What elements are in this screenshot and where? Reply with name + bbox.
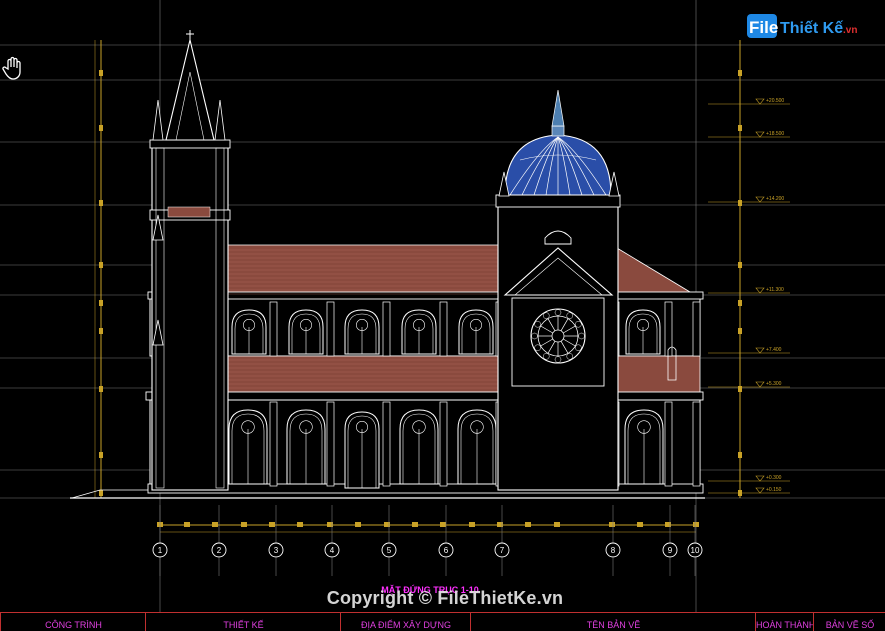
pilaster (692, 301, 701, 357)
elevation-level-label: +5.300 (766, 381, 782, 387)
elevation-level-label: +18.500 (766, 131, 784, 137)
hand-pan-icon[interactable] (2, 55, 26, 81)
dimension-tick (525, 522, 531, 527)
upper-cornice (147, 291, 704, 300)
clerestory-window (288, 309, 324, 355)
dimension-tick (212, 522, 218, 527)
lower-cornice (145, 391, 704, 401)
pilaster (326, 301, 335, 357)
dimension-tick (738, 262, 742, 268)
dimension-tick (99, 125, 103, 131)
axis-label: 8 (611, 546, 616, 555)
dimension-tick (738, 70, 742, 76)
dimension-tick (99, 200, 103, 206)
dimension-tick (738, 328, 742, 334)
clerestory-window (625, 309, 661, 355)
elevation-level-label: +7.400 (766, 347, 782, 353)
dimension-tick (269, 522, 275, 527)
pilaster (692, 401, 701, 487)
elevation-drawing: +20.500 +18.500 +14.200 +11.300 +7.400 +5.300… (0, 0, 885, 631)
axis-label: 9 (668, 546, 673, 555)
title-cell-design: THIẾT KẾ (145, 613, 341, 631)
logo-tld: .vn (843, 25, 857, 36)
axis-label: 4 (330, 546, 335, 555)
dimension-tick (99, 262, 103, 268)
clerestory-window (231, 309, 267, 355)
lantern (551, 125, 565, 137)
filethietke-logo: File Thiết Kế .vn (745, 10, 875, 42)
dimension-tick (738, 452, 742, 458)
ground-window (286, 409, 326, 485)
pilaster (382, 301, 391, 357)
title-cell-project: CÔNG TRÌNH (0, 613, 146, 631)
dimension-tick (469, 522, 475, 527)
main-door (344, 411, 380, 489)
pilaster (439, 301, 448, 357)
dimension-tick (297, 522, 303, 527)
dimension-tick (738, 125, 742, 131)
tower-body (151, 144, 229, 491)
rose-window (530, 308, 586, 364)
ground-window (228, 409, 268, 485)
tower-balcony (167, 206, 211, 218)
pilaster (326, 401, 335, 487)
axis-label: 2 (217, 546, 222, 555)
dimension-tick (99, 70, 103, 76)
dimension-tick (738, 200, 742, 206)
dimension-tick (738, 300, 742, 306)
dimension-tick (440, 522, 446, 527)
elevation-level-label: +0.300 (766, 475, 782, 481)
clerestory-window (344, 309, 380, 355)
tower-cornice (149, 139, 231, 149)
title-block: CÔNG TRÌNH THIẾT KẾ ĐỊA ĐIỂM XÂY DỰNG TÊ… (0, 612, 885, 631)
axis-label: 6 (444, 546, 449, 555)
elevation-level-label: +20.500 (766, 98, 784, 104)
dimension-tick (693, 522, 699, 527)
title-cell-location: ĐỊA ĐIỂM XÂY DỰNG (340, 613, 471, 631)
title-cell-completed: HOÀN THÀNH (755, 613, 814, 631)
drum-cornice (495, 194, 621, 208)
ground-window (399, 409, 439, 485)
elevation-level-label: +14.200 (766, 196, 784, 202)
axis-label: 7 (500, 546, 505, 555)
ground-window (457, 409, 497, 485)
dimension-tick (99, 386, 103, 392)
dimension-tick (609, 522, 615, 527)
pilaster (269, 401, 278, 487)
axis-label: 10 (691, 546, 700, 555)
elevation-level-label: +0.150 (766, 487, 782, 493)
clerestory-window (401, 309, 437, 355)
dimension-tick (99, 490, 103, 496)
title-cell-sheet-number: BẢN VẼ SỐ (813, 613, 885, 631)
ground-window (624, 409, 664, 485)
logo-suffix: Thiết Kế (780, 20, 843, 37)
dimension-tick (355, 522, 361, 527)
axis-label: 3 (274, 546, 279, 555)
cad-drawing-viewport[interactable]: +20.500 +18.500 +14.200 +11.300 +7.400 +5.300… (0, 0, 885, 631)
logo-prefix: File (749, 18, 778, 37)
dimension-tick (637, 522, 643, 527)
dimension-tick (184, 522, 190, 527)
dimension-tick (99, 300, 103, 306)
pilaster (382, 401, 391, 487)
pilaster (269, 301, 278, 357)
pilaster (439, 401, 448, 487)
elevation-level-label: +11.300 (766, 287, 784, 293)
axis-label: 1 (158, 546, 163, 555)
pilaster (664, 401, 673, 487)
dimension-tick (99, 452, 103, 458)
dimension-tick (99, 328, 103, 334)
aisle-roof-right (617, 355, 701, 395)
plinth (147, 483, 704, 494)
clerestory-window (458, 309, 494, 355)
copyright-watermark: Copyright © FileThietKe.vn (326, 588, 564, 608)
dimension-tick (554, 522, 560, 527)
dimension-tick (241, 522, 247, 527)
dimension-tick (412, 522, 418, 527)
title-cell-drawing-name: TÊN BẢN VẼ (470, 613, 756, 631)
axis-label: 5 (387, 546, 392, 555)
pilaster (664, 301, 673, 357)
